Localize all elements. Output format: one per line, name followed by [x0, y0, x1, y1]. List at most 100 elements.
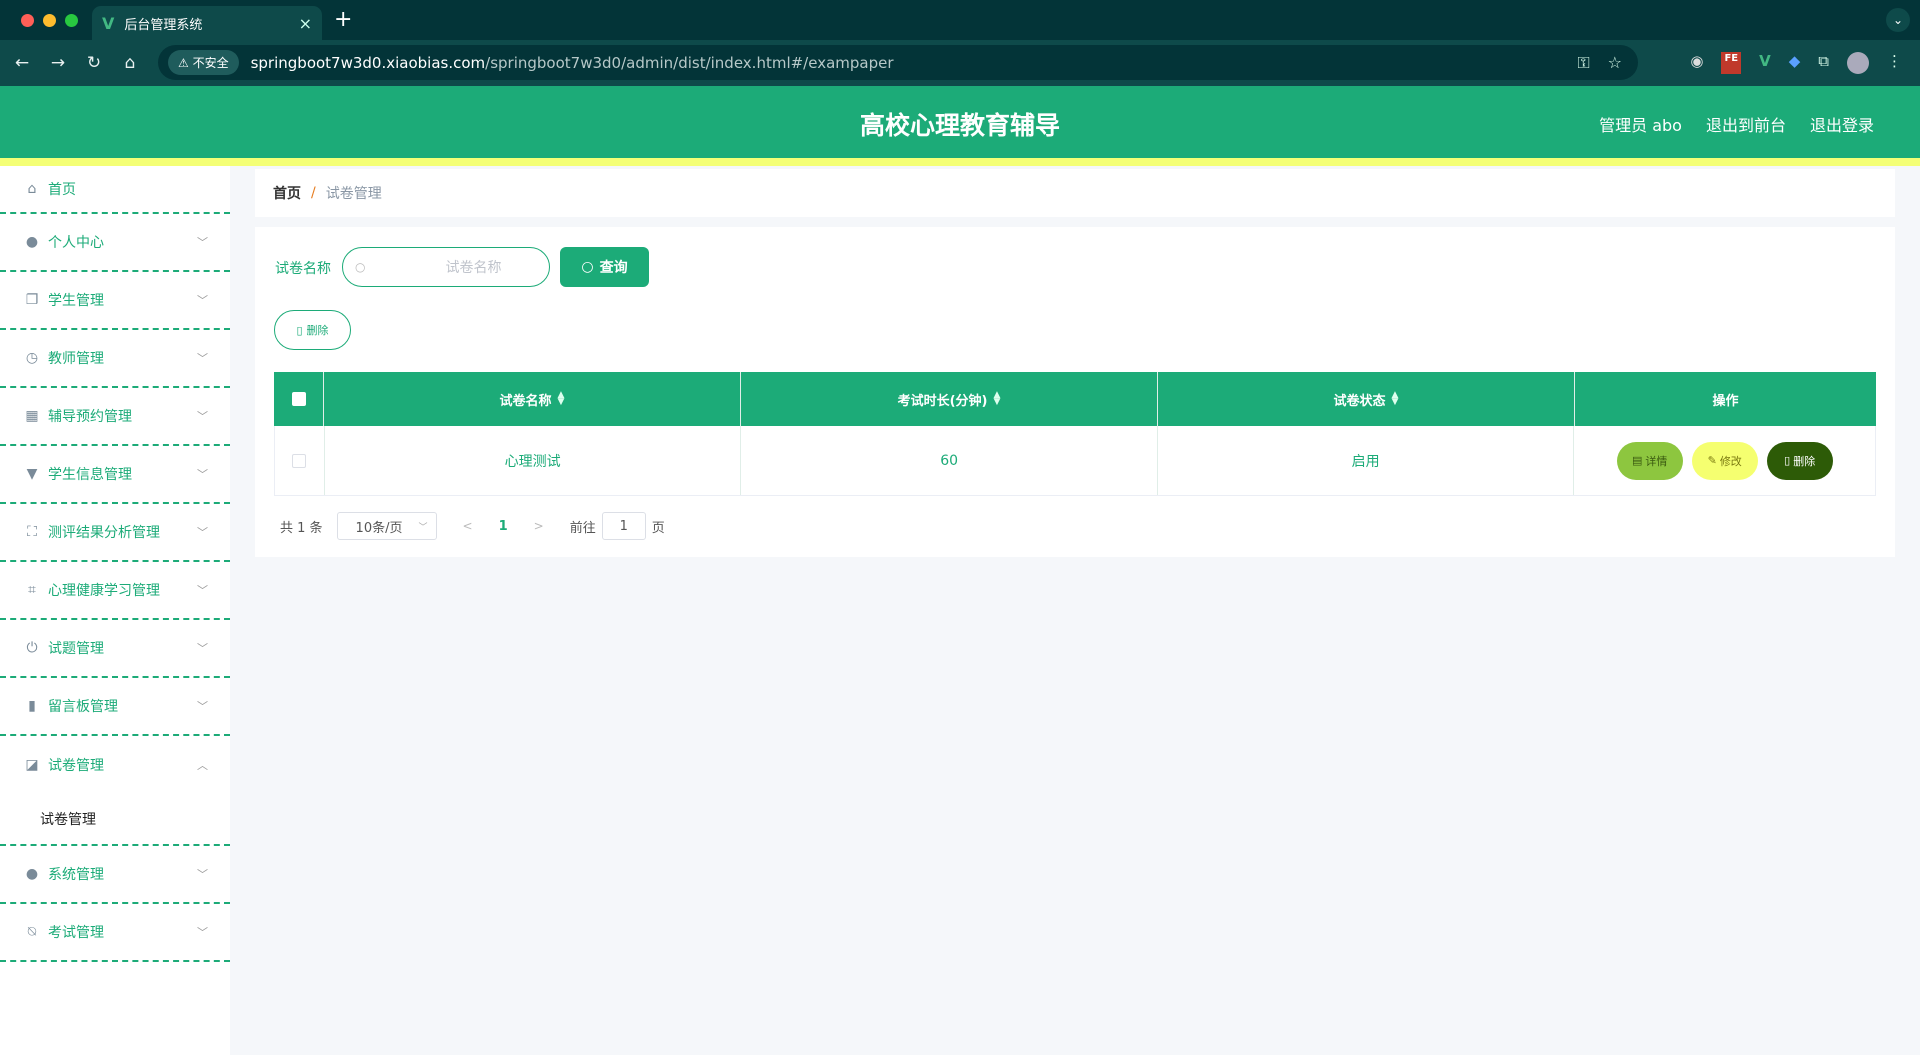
detail-button[interactable]: ▤ 详情: [1616, 441, 1683, 480]
logout-link[interactable]: 退出登录: [1810, 112, 1874, 136]
column-header-status[interactable]: 试卷状态 ▲ ▼: [1158, 372, 1575, 426]
crop-icon: ⌗: [28, 582, 36, 598]
header-stripe: [0, 158, 1920, 166]
sidebar-item-exams[interactable]: ⍉ 考试管理 ﹀: [0, 904, 230, 962]
search-icon: ○: [581, 259, 594, 275]
trash-icon: ▯: [296, 323, 303, 337]
sidebar-item-students[interactable]: ❐ 学生管理 ﹀: [0, 272, 230, 330]
page-size-select[interactable]: 10条/页 ﹀: [336, 512, 437, 540]
column-header-actions: 操作: [1712, 393, 1739, 409]
sidebar-item-assessment[interactable]: ⛶ 测评结果分析管理 ﹀: [0, 504, 230, 562]
cell-actions: ▤ 详情 ✎ 修改 ▯ 删除: [1574, 426, 1875, 495]
close-window-button[interactable]: [21, 13, 34, 27]
close-tab-icon[interactable]: ×: [299, 14, 312, 33]
bell-off-icon: ⍉: [27, 924, 37, 940]
search-input[interactable]: ○ 试卷名称: [342, 247, 550, 287]
delete-button[interactable]: ▯ 删除: [1766, 441, 1833, 480]
user-label: 管理员 abo: [1599, 116, 1682, 135]
next-page-button[interactable]: >: [534, 519, 544, 533]
sidebar-item-appointments[interactable]: ▦ 辅导预约管理 ﹀: [0, 388, 230, 446]
extension-pin-icon[interactable]: ◆: [1789, 52, 1801, 74]
select-all-cell: [274, 372, 324, 426]
sidebar-item-home[interactable]: ⌂ 首页: [0, 166, 230, 214]
chevron-down-icon: ﹀: [418, 522, 428, 533]
extensions-puzzle-icon[interactable]: ⧉: [1818, 52, 1829, 74]
minimize-window-button[interactable]: [43, 13, 56, 27]
app-header: 高校心理教育辅导 管理员 abo 退出到前台 退出登录: [0, 86, 1920, 166]
fullscreen-icon: ⛶: [27, 524, 37, 540]
cell-status: 启用: [1158, 426, 1575, 495]
profile-avatar[interactable]: [1847, 52, 1869, 74]
vue-logo-icon: V: [102, 13, 115, 33]
breadcrumb-current: 试卷管理: [325, 186, 382, 202]
bookmark-star-icon[interactable]: ☆: [1608, 53, 1622, 73]
sort-icon[interactable]: ▲ ▼: [993, 390, 1000, 406]
key-icon[interactable]: ⚿: [1577, 53, 1589, 73]
security-badge[interactable]: ⚠ 不安全: [168, 50, 239, 75]
sidebar-item-personal-center[interactable]: ● 个人中心 ﹀: [0, 214, 230, 272]
sidebar-item-teachers[interactable]: ◷ 教师管理 ﹀: [0, 330, 230, 388]
search-icon: ○: [355, 260, 366, 274]
chevron-down-icon: ﹀: [197, 236, 208, 249]
sort-icon[interactable]: ▲ ▼: [558, 390, 565, 406]
cell-name: 心理测试: [325, 426, 742, 495]
row-checkbox[interactable]: [292, 453, 307, 468]
tab-search-button[interactable]: ⌄: [1886, 8, 1910, 32]
sidebar-item-health-learning[interactable]: ⌗ 心理健康学习管理 ﹀: [0, 562, 230, 620]
chart-bar-icon: ▮: [28, 698, 36, 714]
url-host: springboot7w3d0.xiaobias.com: [250, 53, 486, 72]
user-icon: ●: [25, 234, 39, 250]
chevron-down-icon: ﹀: [197, 642, 208, 655]
sidebar-item-questions[interactable]: ⏻ 试题管理 ﹀: [0, 620, 230, 678]
extension-vue-icon[interactable]: V: [1759, 52, 1771, 74]
edit-button[interactable]: ✎ 修改: [1691, 441, 1758, 480]
column-header-duration[interactable]: 考试时长(分钟) ▲ ▼: [741, 372, 1158, 426]
breadcrumb-home[interactable]: 首页: [273, 183, 301, 203]
maximize-window-button[interactable]: [65, 13, 78, 27]
select-all-checkbox[interactable]: [291, 392, 306, 406]
column-header-name[interactable]: 试卷名称 ▲ ▼: [324, 372, 741, 426]
chevron-down-icon: ﹀: [197, 584, 208, 597]
breadcrumb-separator: /: [311, 185, 316, 201]
search-label: 试卷名称: [275, 261, 331, 277]
pagination-total: 共 1 条: [280, 520, 323, 536]
page-number[interactable]: 1: [499, 519, 508, 534]
browser-window: V 后台管理系统 × + ⌄ ← → ↻ ⌂ ⚠ 不安全 springboot7…: [0, 0, 1920, 1055]
table-row: 心理测试 60 启用 ▤ 详情 ✎ 修改 ▯ 删除: [274, 426, 1876, 496]
browser-tabbar: V 后台管理系统 × + ⌄: [0, 0, 1920, 40]
browser-tab[interactable]: V 后台管理系统 ×: [92, 6, 322, 40]
batch-delete-button[interactable]: ▯ 删除: [274, 310, 351, 350]
power-icon: ⏻: [26, 640, 38, 656]
pencil-icon: ✎: [1707, 454, 1717, 467]
new-tab-button[interactable]: +: [334, 7, 352, 32]
reload-icon[interactable]: ↻: [76, 53, 112, 73]
sidebar-item-student-info[interactable]: ▼ 学生信息管理 ﹀: [0, 446, 230, 504]
extension-fe-icon[interactable]: FE: [1721, 52, 1742, 74]
extension-owl-icon[interactable]: ◉: [1690, 52, 1703, 74]
back-icon[interactable]: ←: [4, 53, 40, 73]
chevron-down-icon: ﹀: [197, 352, 208, 365]
extensions-bar: ◉ FE V ◆ ⧉ ⋮: [1690, 52, 1920, 74]
sidebar-item-system[interactable]: ● 系统管理 ﹀: [0, 846, 230, 904]
brush-icon: ▼: [26, 466, 38, 482]
chart-line-icon: ◪: [25, 757, 39, 773]
back-to-front-link[interactable]: 退出到前台: [1706, 112, 1786, 136]
home-nav-icon[interactable]: ⌂: [112, 53, 148, 73]
sort-icon[interactable]: ▲ ▼: [1392, 390, 1399, 406]
document-icon: ▤: [1632, 454, 1643, 467]
row-select-cell: [275, 426, 325, 495]
query-button[interactable]: ○ 查询: [560, 247, 649, 287]
sidebar-item-message-board[interactable]: ▮ 留言板管理 ﹀: [0, 678, 230, 736]
forward-icon[interactable]: →: [40, 53, 76, 73]
user-icon: ●: [25, 866, 39, 882]
page-suffix: 页: [651, 520, 665, 536]
goto-page-input[interactable]: 1: [601, 512, 646, 540]
goto-label: 前往: [569, 520, 596, 536]
prev-page-button[interactable]: <: [463, 519, 473, 533]
browser-menu-icon[interactable]: ⋮: [1887, 52, 1902, 74]
table-header: 试卷名称 ▲ ▼ 考试时长(分钟) ▲ ▼ 试卷状态 ▲ ▼ 操作: [274, 372, 1876, 426]
sidebar-subitem-exampaper[interactable]: 试卷管理: [0, 794, 230, 846]
address-bar[interactable]: ⚠ 不安全 springboot7w3d0.xiaobias.com/sprin…: [158, 45, 1638, 80]
chevron-down-icon: ﹀: [197, 700, 208, 713]
sidebar-item-exampaper[interactable]: ◪ 试卷管理 ︿: [0, 736, 230, 794]
